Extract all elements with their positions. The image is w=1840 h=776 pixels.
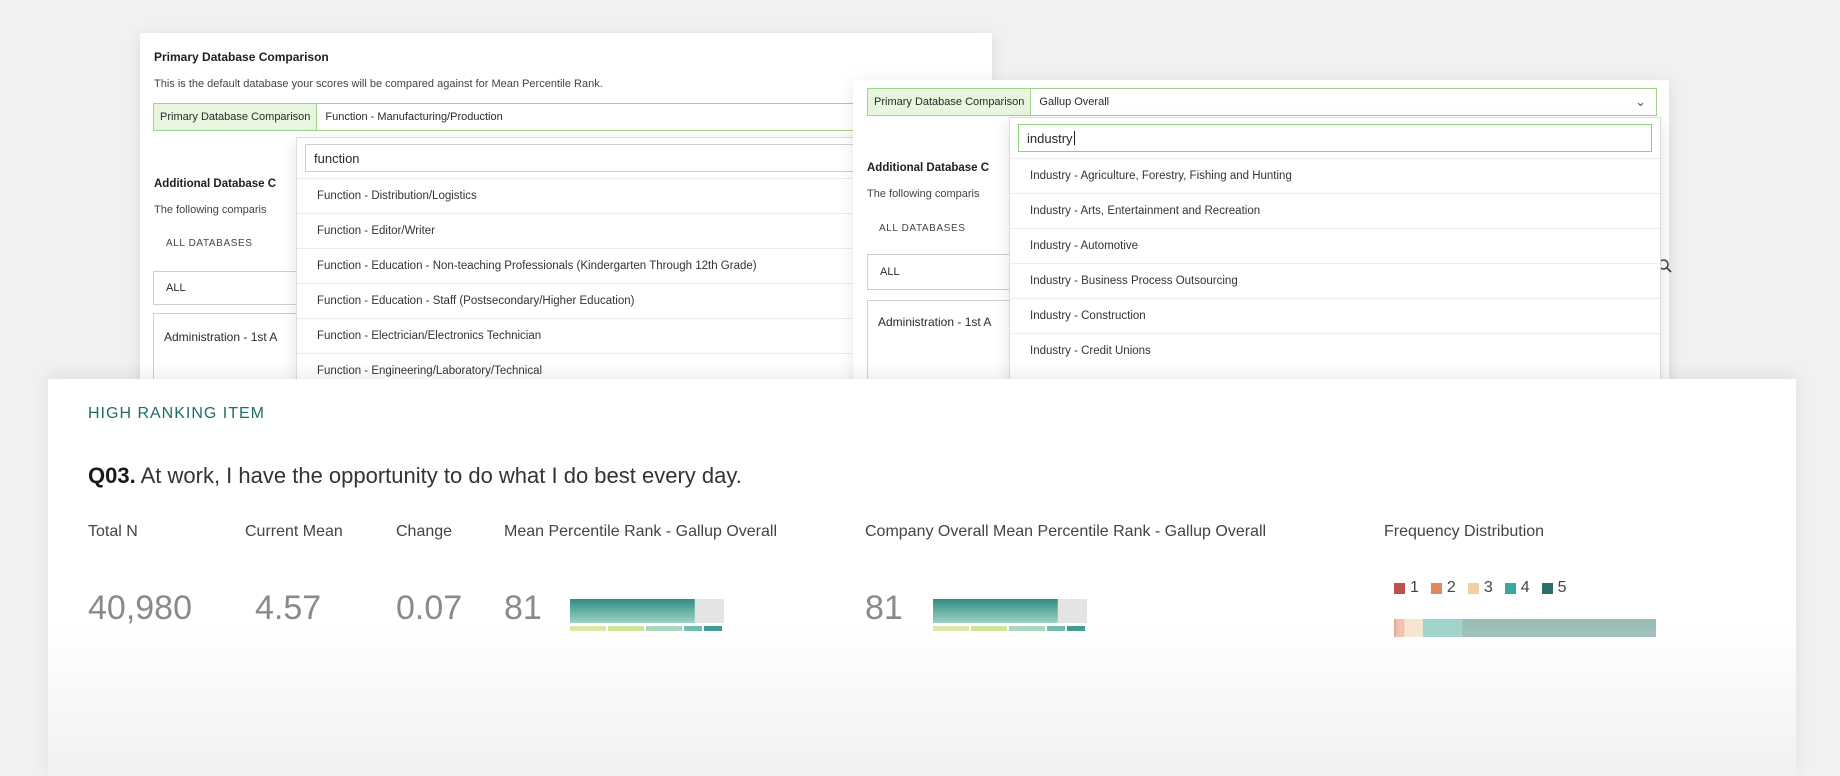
section-label: HIGH RANKING ITEM <box>88 405 266 422</box>
secondary-db-select-label: Primary Database Comparison <box>868 89 1032 115</box>
company-mpr-value: 81 <box>865 589 903 627</box>
chevron-down-icon[interactable]: ⌄ <box>1635 94 1646 110</box>
percentile-scale-segment <box>933 626 969 631</box>
total-n-value: 40,980 <box>88 589 192 627</box>
secondary-db-select-value: Gallup Overall <box>1039 96 1110 108</box>
frequency-segment <box>1404 619 1423 637</box>
industry-dropdown-item[interactable]: Industry - Agriculture, Forestry, Fishin… <box>1010 158 1660 193</box>
change-value: 0.07 <box>396 589 463 627</box>
frequency-segment <box>1396 619 1405 637</box>
legend-swatch <box>1430 582 1442 594</box>
secondary-db-select[interactable]: Primary Database Comparison Gallup Overa… <box>867 88 1657 116</box>
primary-db-select-label: Primary Database Comparison <box>154 104 318 130</box>
current-mean-header: Current Mean <box>245 523 343 540</box>
percentile-scale-segment <box>608 626 644 631</box>
legend-label: 1 <box>1410 579 1419 596</box>
additional-db-title-2: Additional Database C <box>867 162 990 174</box>
legend-item: 5 <box>1541 579 1567 597</box>
frequency-distribution-bar <box>1394 619 1656 637</box>
additional-db-title: Additional Database C <box>154 178 277 190</box>
mpr-value: 81 <box>504 589 542 627</box>
legend-swatch <box>1394 582 1405 594</box>
frequency-segment <box>1422 619 1463 637</box>
additional-db-description: The following comparis <box>154 204 267 216</box>
industry-dropdown-item[interactable]: Industry - Credit Unions <box>1010 333 1660 368</box>
total-n-header: Total N <box>88 523 138 540</box>
frequency-distribution-header: Frequency Distribution <box>1384 523 1545 540</box>
legend-item: 1 <box>1394 579 1419 597</box>
question-code: Q03. <box>88 463 136 488</box>
industry-dropdown-item[interactable]: Industry - Automotive <box>1010 228 1660 263</box>
question-text: Q03. At work, I have the opportunity to … <box>88 463 742 489</box>
legend-swatch <box>1504 582 1516 594</box>
percentile-bar-fill <box>933 599 1058 623</box>
legend-label: 2 <box>1446 579 1456 596</box>
additional-db-description-2: The following comparis <box>867 188 980 200</box>
text-cursor <box>1073 131 1075 145</box>
primary-db-description: This is the default database your scores… <box>154 78 603 90</box>
industry-dropdown-item[interactable]: Industry - Arts, Entertainment and Recre… <box>1010 193 1660 228</box>
percentile-scale-segment <box>570 626 606 631</box>
industry-search-input[interactable]: industry <box>1018 124 1652 152</box>
legend-item: 3 <box>1467 579 1493 597</box>
industry-dropdown-item[interactable]: Industry - Business Process Outsourcing <box>1010 263 1660 298</box>
current-mean-value: 4.57 <box>255 589 322 627</box>
legend-item: 4 <box>1504 579 1530 597</box>
legend-label: 4 <box>1520 579 1530 596</box>
frequency-legend: 1 2 3 4 5 <box>1394 579 1567 597</box>
percentile-scale-segment <box>1067 626 1085 631</box>
company-mpr-percentile-bar <box>933 599 1087 631</box>
high-ranking-item-card: HIGH RANKING ITEM Q03. At work, I have t… <box>48 379 1796 776</box>
mpr-percentile-bar <box>570 599 724 631</box>
percentile-bar-fill <box>570 599 695 623</box>
industry-dropdown: industry Industry - Agriculture, Forestr… <box>1009 117 1661 402</box>
all-databases-tab-2[interactable]: ALL DATABASES <box>879 223 966 234</box>
industry-search-value: industry <box>1027 130 1073 146</box>
mpr-header: Mean Percentile Rank - Gallup Overall <box>504 523 778 540</box>
legend-swatch <box>1467 582 1479 594</box>
percentile-scale-segment <box>704 626 722 631</box>
primary-db-title: Primary Database Comparison <box>154 50 329 64</box>
company-mpr-header: Company Overall Mean Percentile Rank - G… <box>865 523 1267 540</box>
percentile-scale-segment <box>1047 626 1065 631</box>
all-database-select-2[interactable]: ALL <box>867 254 1027 290</box>
secondary-database-panel: Primary Database Comparison Gallup Overa… <box>853 80 1672 402</box>
frequency-segment <box>1394 619 1397 637</box>
percentile-scale-segment <box>971 626 1007 631</box>
change-header: Change <box>396 523 453 540</box>
legend-swatch <box>1541 582 1553 594</box>
percentile-scale-segment <box>1009 626 1045 631</box>
legend-item: 2 <box>1430 579 1456 597</box>
industry-dropdown-item[interactable]: Industry - Construction <box>1010 298 1660 333</box>
legend-label: 5 <box>1557 579 1567 596</box>
bottom-fade <box>48 626 1796 776</box>
question-body: At work, I have the opportunity to do wh… <box>135 463 742 488</box>
percentile-scale-segment <box>646 626 682 631</box>
all-databases-tab[interactable]: ALL DATABASES <box>166 238 253 249</box>
percentile-scale-segment <box>684 626 702 631</box>
legend-label: 3 <box>1483 579 1493 596</box>
frequency-segment <box>1462 619 1656 637</box>
